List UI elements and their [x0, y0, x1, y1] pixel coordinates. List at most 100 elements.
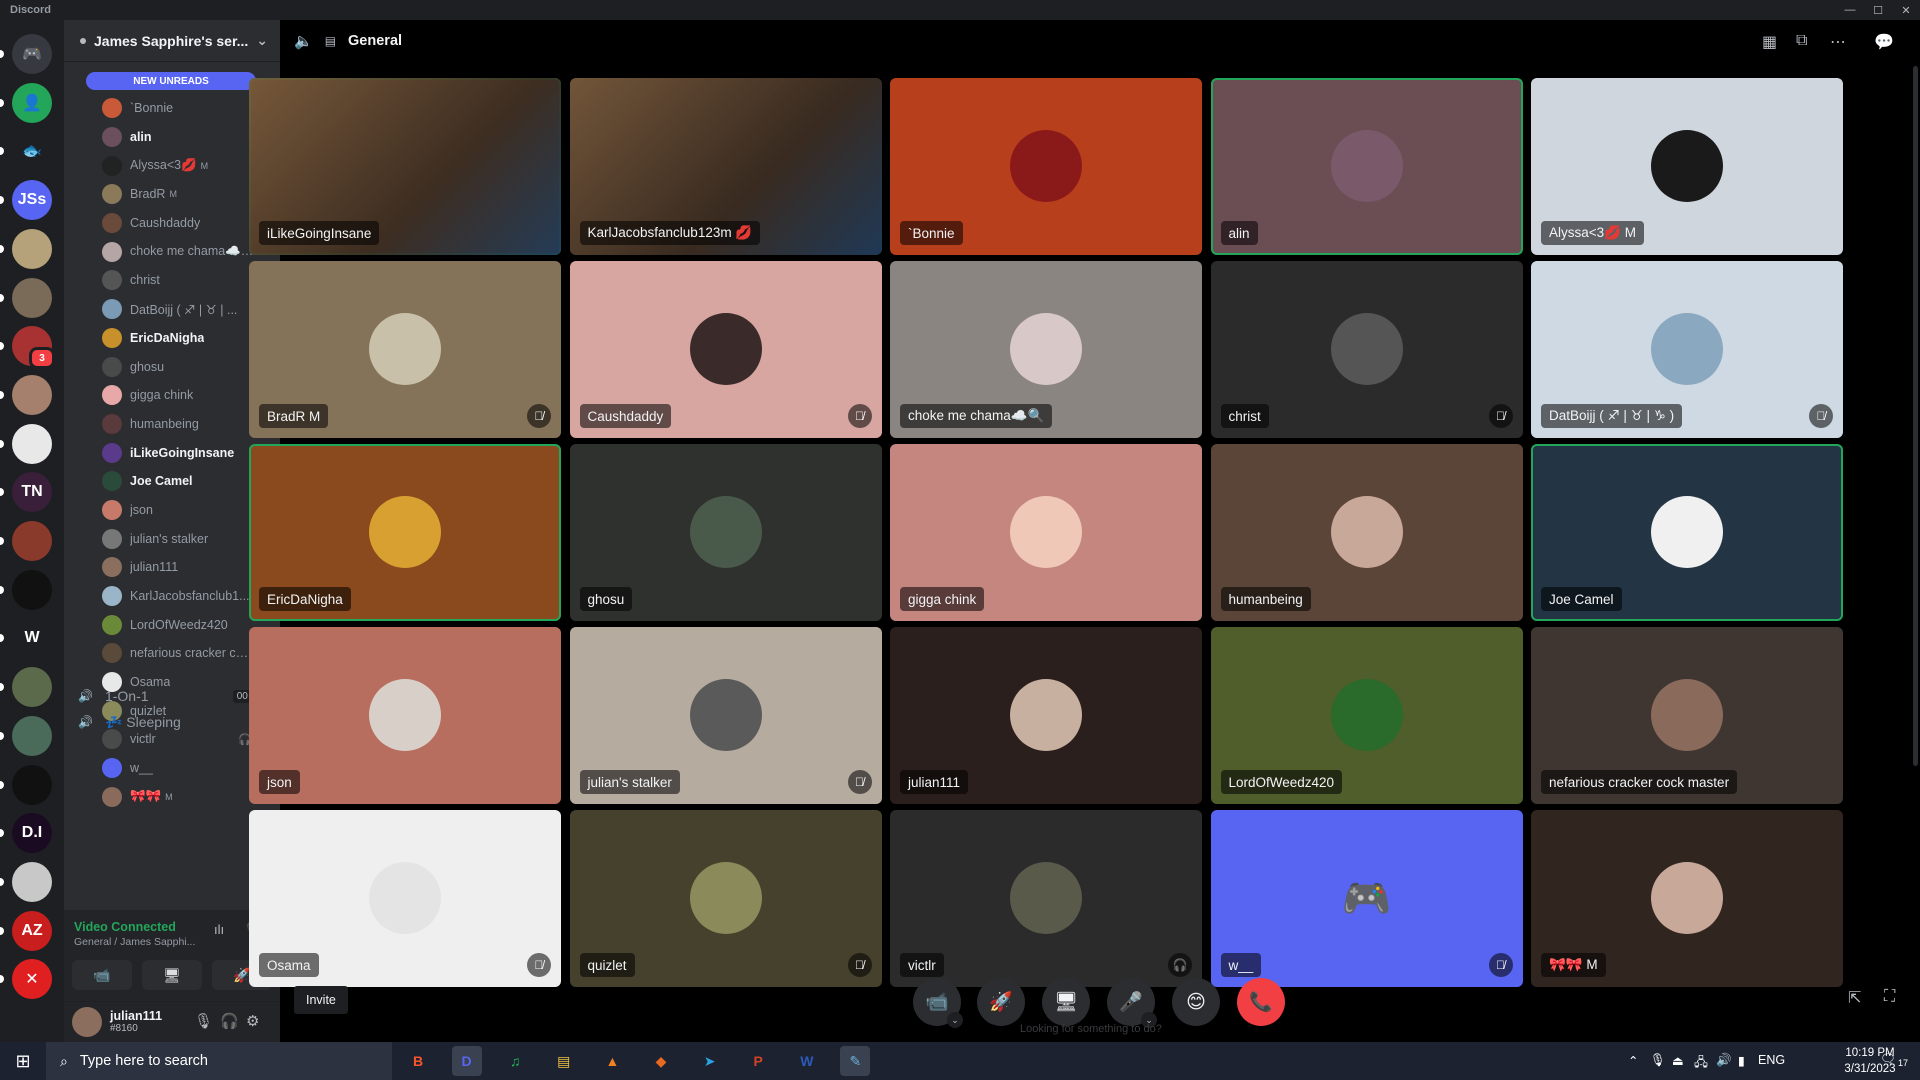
screenshare-button[interactable]: 🖥 — [142, 960, 202, 990]
maximize-button[interactable]: ☐ — [1864, 0, 1892, 20]
app-icon[interactable]: ◆ — [646, 1046, 676, 1076]
microphone-icon[interactable]: 🎙 — [194, 1012, 213, 1030]
close-window-button[interactable]: ✕ — [1892, 0, 1920, 20]
server-avatar-6[interactable] — [12, 521, 52, 561]
participant-tile[interactable]: 🎮 w__ 🎙̸ — [1210, 810, 1523, 987]
participant-tile[interactable]: json — [249, 627, 561, 804]
word-icon[interactable]: W — [792, 1046, 822, 1076]
participant-tile[interactable]: ghosu — [569, 444, 882, 621]
voice-user[interactable]: KarlJacobsfanclub1...▶ — [64, 582, 280, 611]
participant-tile[interactable]: christ 🎙̸ — [1210, 261, 1523, 438]
fullscreen-icon[interactable]: ⛶ — [1884, 988, 1895, 1006]
popout-window-icon[interactable]: ⇱ — [1848, 988, 1861, 1008]
gear-icon[interactable]: ⚙ — [246, 1012, 259, 1030]
participant-tile[interactable]: victlr 🎧 — [890, 810, 1202, 987]
server-avatar-5[interactable] — [12, 423, 52, 464]
participant-tile[interactable]: `Bonnie — [890, 78, 1202, 255]
voice-location[interactable]: General / James Sapphi... — [74, 936, 195, 948]
more-options-icon[interactable]: ⋯ — [1830, 32, 1846, 52]
jss-server-icon[interactable]: JSs — [12, 180, 52, 221]
participant-tile[interactable]: Osama 🎙̸ — [249, 810, 561, 987]
di-server-icon[interactable]: D.I — [12, 813, 52, 854]
participant-tile[interactable]: iLikeGoingInsane — [249, 78, 561, 255]
server-avatar-9[interactable] — [12, 715, 52, 756]
participant-tile[interactable]: quizlet 🎙̸ — [569, 810, 882, 987]
az-server-icon[interactable]: AZ — [12, 910, 52, 951]
avatar[interactable] — [72, 1007, 102, 1037]
voice-user[interactable]: `Bonnie — [64, 94, 280, 123]
language-indicator[interactable]: ENG — [1758, 1053, 1785, 1067]
participant-tile[interactable]: DatBoijj ( ♐ | ♉ | ♑ ) 🎙̸ — [1531, 261, 1843, 438]
system-clock[interactable]: 10:19 PM 3/31/2023 — [1832, 1045, 1908, 1077]
grid-layout-icon[interactable]: ▦ — [1762, 32, 1777, 52]
voice-status[interactable]: Video Connected — [74, 920, 176, 934]
fish-server-icon[interactable]: 🐟 — [12, 131, 52, 172]
voice-user[interactable]: julian's stalker🎙̸ — [64, 524, 280, 553]
participant-tile[interactable]: humanbeing — [1210, 444, 1523, 621]
voice-user[interactable]: christ🎙̸ — [64, 266, 280, 295]
volume-icon[interactable]: 🔈 — [294, 32, 313, 50]
participant-tile[interactable]: KarlJacobsfanclub123m 💋 — [569, 78, 882, 255]
voice-user[interactable]: w__🎙̸ — [64, 754, 280, 783]
voice-channel-sleeping[interactable]: 🔊 💤 Sleeping — [78, 710, 274, 734]
file-explorer-icon[interactable]: ▤ — [549, 1046, 579, 1076]
powerpoint-icon[interactable]: P — [743, 1046, 773, 1076]
new-unreads-pill[interactable]: NEW UNREADS — [86, 72, 256, 90]
voice-user[interactable]: Joe Camel — [64, 467, 280, 496]
windows-start-icon[interactable]: ⊞ — [0, 1042, 46, 1080]
participant-tile[interactable]: nefarious cracker cock master — [1531, 627, 1843, 804]
voice-user[interactable]: json — [64, 496, 280, 525]
headphones-icon[interactable]: 🎧 — [220, 1012, 239, 1030]
server-avatar-7[interactable] — [12, 569, 52, 610]
server-avatar-2[interactable] — [12, 277, 52, 318]
volume-tray-icon[interactable]: 🔊 — [1716, 1053, 1732, 1068]
participant-tile[interactable]: 🎀🎀 M — [1531, 810, 1843, 987]
friend-server-icon[interactable]: 👤 — [12, 82, 52, 123]
scrollbar[interactable] — [1913, 66, 1918, 766]
server-avatar-8[interactable] — [12, 667, 52, 708]
voice-user[interactable]: EricDaNigha — [64, 324, 280, 353]
x-server-icon[interactable]: ✕ — [12, 959, 52, 1000]
invite-button[interactable]: Invite — [294, 986, 348, 1014]
taskbar-search-input[interactable]: ⌕ Type here to search — [46, 1042, 392, 1080]
server-avatar-1[interactable] — [12, 228, 52, 269]
voice-user[interactable]: alin — [64, 123, 280, 152]
share-screen-button[interactable]: 🖥 — [1042, 978, 1090, 1026]
voice-channel-1on1[interactable]: 🔊 1-On-1 00 02 — [78, 684, 274, 708]
voice-user[interactable]: BradRM🎙̸ — [64, 180, 280, 209]
chat-icon[interactable]: 💬 — [1874, 32, 1894, 52]
participant-tile[interactable]: gigga chink — [890, 444, 1202, 621]
activity-rocket-button[interactable]: 🚀 — [977, 978, 1025, 1026]
server-avatar-4[interactable] — [12, 374, 52, 415]
notification-center-icon[interactable]: 🗨 — [1880, 1052, 1896, 1067]
w-server-icon[interactable]: W — [12, 618, 52, 659]
participant-tile[interactable]: BradR M 🎙̸ — [249, 261, 561, 438]
voice-user[interactable]: DatBoijj ( ♐ | ♉ | ...🎙̸ — [64, 295, 280, 324]
voice-user[interactable]: Caushdaddy🎙̸ — [64, 209, 280, 238]
voice-user[interactable]: LordOfWeedz420 — [64, 610, 280, 639]
participant-tile[interactable]: Alyssa<3💋 M — [1531, 78, 1843, 255]
participant-tile[interactable]: EricDaNigha — [249, 444, 561, 621]
noise-suppression-icon[interactable]: ılı — [214, 922, 224, 937]
video-button[interactable]: 📹 — [72, 960, 132, 990]
voice-user[interactable]: julian111 — [64, 553, 280, 582]
mic-tray-icon[interactable]: 🎙 — [1650, 1053, 1666, 1068]
voice-user[interactable]: gigga chink — [64, 381, 280, 410]
participant-tile[interactable]: LordOfWeedz420 — [1210, 627, 1523, 804]
discord-home-icon[interactable]: 🎮 — [12, 34, 52, 74]
server-avatar-10[interactable] — [12, 764, 52, 805]
server-avatar-3[interactable]: 3 — [12, 326, 55, 370]
voice-user[interactable]: Alyssa<3💋 M — [64, 151, 280, 180]
participant-tile[interactable]: julian111 — [890, 627, 1202, 804]
discord-taskbar-icon[interactable]: D — [451, 1046, 482, 1076]
voice-user[interactable]: iLikeGoingInsane▶ — [64, 438, 280, 467]
camera-options-chevron-icon[interactable]: ⌄ — [947, 1012, 963, 1028]
notepad-icon[interactable]: ✎ — [840, 1046, 871, 1076]
popout-icon[interactable]: ⧉ — [1796, 32, 1807, 50]
usb-icon[interactable]: ⏏ — [1672, 1053, 1684, 1068]
participant-tile[interactable]: alin — [1210, 78, 1523, 255]
telegram-icon[interactable]: ➤ — [695, 1046, 725, 1076]
participant-tile[interactable]: Caushdaddy 🎙̸ — [569, 261, 882, 438]
server-avatar-11[interactable] — [12, 861, 52, 902]
participant-tile[interactable]: Joe Camel — [1531, 444, 1843, 621]
